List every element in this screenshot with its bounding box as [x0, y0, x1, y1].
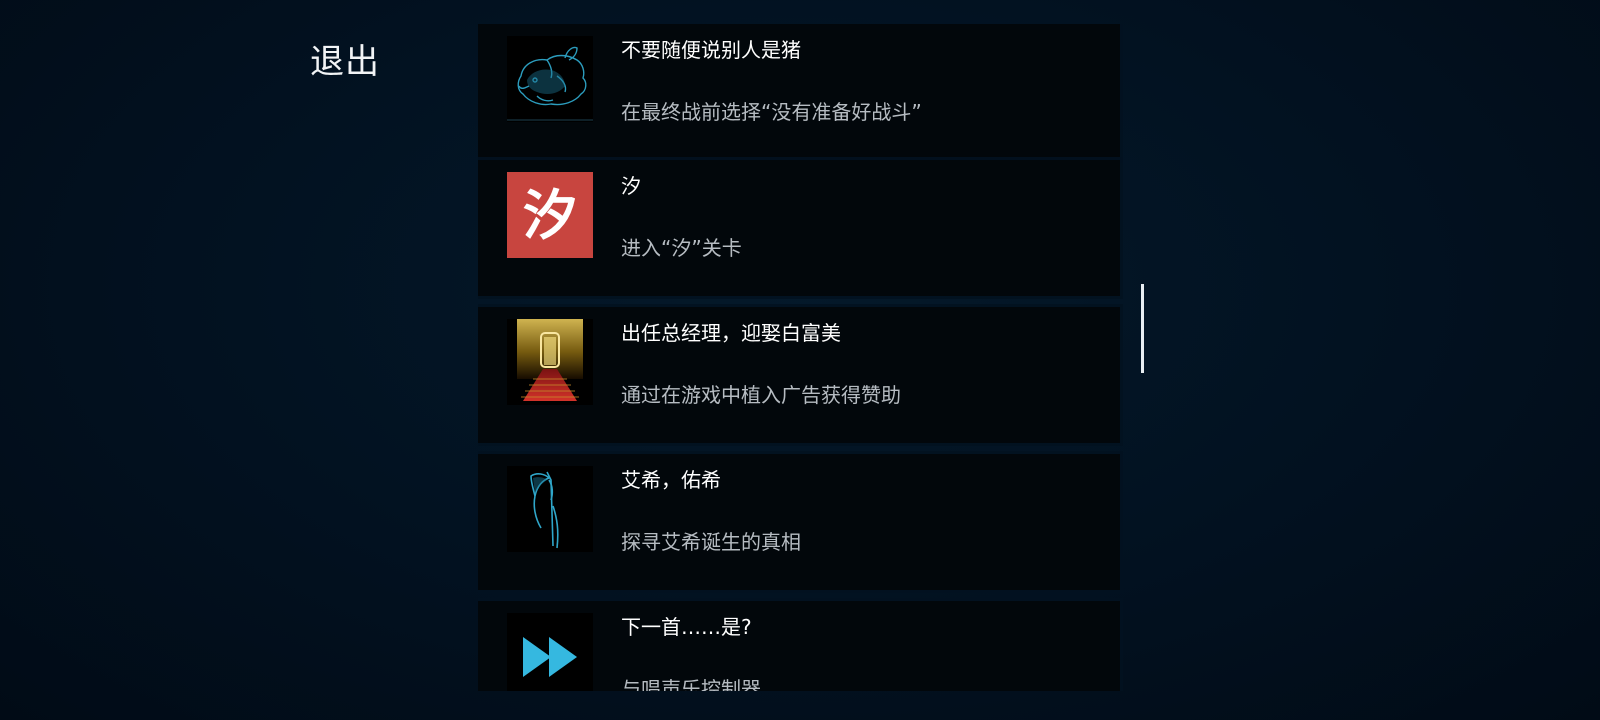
pig-hologram-icon	[507, 36, 593, 122]
achievement-item[interactable]: 出任总经理，迎娶白富美 通过在游戏中植入广告获得赞助	[478, 307, 1120, 443]
achievement-description: 探寻艾希诞生的真相	[621, 530, 801, 554]
achievement-title: 不要随便说别人是猪	[621, 38, 801, 62]
achievement-item[interactable]: 下一首……是? 与唱声乐控制器	[478, 601, 1120, 691]
scrollbar-thumb[interactable]	[1141, 284, 1144, 373]
achievement-description: 在最终战前选择“没有准备好战斗”	[621, 100, 922, 124]
scythe-icon	[507, 466, 593, 552]
achievement-item[interactable]: 汐 汐 进入“汐”关卡	[478, 160, 1120, 296]
achievement-list[interactable]: 不要随便说别人是猪 在最终战前选择“没有准备好战斗” 汐 汐 进入“汐”关卡 出…	[478, 24, 1124, 691]
achievement-item[interactable]: 艾希，佑希 探寻艾希诞生的真相	[478, 454, 1120, 590]
achievement-description: 通过在游戏中植入广告获得赞助	[621, 383, 901, 407]
achievement-title: 出任总经理，迎娶白富美	[621, 321, 841, 345]
achievement-title: 下一首……是?	[621, 615, 752, 639]
fast-forward-icon	[507, 613, 593, 691]
xi-character-icon: 汐	[507, 172, 593, 258]
achievement-description: 进入“汐”关卡	[621, 236, 742, 260]
exit-button[interactable]: 退出	[310, 34, 380, 83]
achievement-title: 艾希，佑希	[621, 468, 721, 492]
achievement-description: 与唱声乐控制器	[621, 677, 761, 691]
achievement-item[interactable]: 不要随便说别人是猪 在最终战前选择“没有准备好战斗”	[478, 24, 1120, 160]
golden-door-red-carpet-icon	[507, 319, 593, 405]
achievement-title: 汐	[621, 174, 641, 198]
svg-text:汐: 汐	[523, 183, 577, 247]
